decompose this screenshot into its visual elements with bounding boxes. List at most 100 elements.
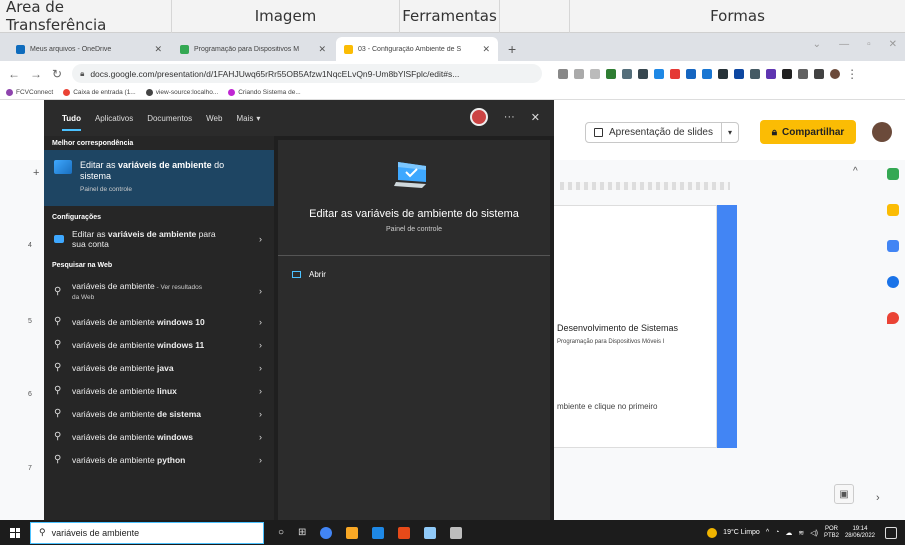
web-result[interactable]: ⚲ variáveis de ambiente windows ›: [44, 425, 274, 448]
filter-documents[interactable]: Documentos: [147, 114, 192, 123]
more-options-icon[interactable]: ···: [504, 111, 515, 123]
filter-apps[interactable]: Aplicativos: [95, 114, 133, 123]
chevron-up-icon[interactable]: ^: [853, 166, 858, 177]
bookmark-fcvconnect[interactable]: FCVConnect: [6, 89, 53, 96]
address-bar[interactable]: 🔒︎ docs.google.com/presentation/d/1FAHJU…: [72, 64, 543, 83]
clock[interactable]: 19:14 28/06/2022: [845, 526, 875, 540]
slide-number[interactable]: 6: [28, 391, 32, 398]
extensions-puzzle-icon[interactable]: [782, 68, 793, 79]
filter-web[interactable]: Web: [206, 114, 222, 123]
minimize-icon[interactable]: —: [839, 39, 849, 50]
web-result[interactable]: ⚲ variáveis de ambiente java ›: [44, 356, 274, 379]
web-result[interactable]: ⚲ variáveis de ambiente linux ›: [44, 379, 274, 402]
extension-icon[interactable]: [718, 68, 729, 79]
weather-text[interactable]: 19°C Limpo: [723, 529, 760, 536]
extension-icon[interactable]: [766, 68, 777, 79]
wifi-icon[interactable]: ≋: [798, 529, 804, 537]
browser-tab-slides[interactable]: 03 - Configuração Ambiente de S ✕: [336, 37, 498, 61]
chevron-right-icon[interactable]: ›: [259, 340, 262, 350]
maps-icon[interactable]: [886, 312, 899, 324]
tasks-icon[interactable]: [886, 240, 899, 252]
web-result[interactable]: ⚲ variáveis de ambiente windows 10 ›: [44, 310, 274, 333]
restore-icon[interactable]: ▫: [867, 39, 871, 50]
file-explorer-icon[interactable]: [346, 526, 359, 539]
zoom-icon[interactable]: [558, 68, 569, 79]
extension-icon[interactable]: [638, 68, 649, 79]
app-icon[interactable]: [424, 526, 437, 539]
share-button[interactable]: 🔒︎ Compartilhar: [760, 120, 856, 144]
chrome-icon[interactable]: [320, 526, 333, 539]
start-button[interactable]: [0, 520, 30, 545]
profile-avatar[interactable]: [830, 68, 841, 79]
extension-icon[interactable]: [654, 68, 665, 79]
sheets-icon[interactable]: [886, 168, 899, 180]
web-result-main[interactable]: ⚲ variáveis de ambiente - Ver resultados…: [44, 272, 274, 310]
share-icon[interactable]: [574, 68, 585, 79]
chevron-down-icon[interactable]: ⌄: [813, 39, 821, 50]
web-result[interactable]: ⚲ variáveis de ambiente windows 11 ›: [44, 333, 274, 356]
slide-number[interactable]: 4: [28, 242, 32, 249]
volume-icon[interactable]: ◁): [810, 529, 818, 537]
chevron-right-icon[interactable]: ›: [259, 317, 262, 327]
web-result[interactable]: ⚲ variáveis de ambiente de sistema ›: [44, 402, 274, 425]
slide-number[interactable]: 5: [28, 318, 32, 325]
reading-list-icon[interactable]: [798, 68, 809, 79]
app-icon[interactable]: [450, 526, 463, 539]
web-result[interactable]: ⚲ variáveis de ambiente python ›: [44, 448, 274, 471]
bookmark-sistema[interactable]: Criando Sistema de...: [228, 89, 301, 96]
star-icon[interactable]: [590, 68, 601, 79]
chevron-right-icon[interactable]: ›: [259, 286, 262, 296]
chevron-down-icon[interactable]: ▾: [722, 128, 738, 137]
notification-icon[interactable]: [885, 526, 897, 539]
ribbon-tab-shapes[interactable]: Formas: [570, 0, 905, 33]
keep-icon[interactable]: [886, 204, 899, 216]
chevron-right-icon[interactable]: ›: [876, 492, 880, 504]
chevron-right-icon[interactable]: ›: [259, 455, 262, 465]
close-icon[interactable]: ✕: [154, 44, 162, 55]
weather-icon[interactable]: [707, 527, 718, 538]
close-icon[interactable]: ✕: [482, 44, 490, 55]
filter-more[interactable]: Mais ▾: [236, 114, 260, 123]
network-icon[interactable]: ◔: [775, 529, 779, 536]
new-tab-button[interactable]: +: [500, 41, 524, 61]
close-icon[interactable]: ✕: [531, 111, 540, 124]
app-icon[interactable]: [398, 526, 411, 539]
extension-icon[interactable]: [734, 68, 745, 79]
present-button[interactable]: Apresentação de slides ▾: [585, 122, 739, 143]
forward-icon[interactable]: →: [30, 67, 42, 81]
config-item[interactable]: Editar as variáveis de ambiente para sua…: [44, 224, 274, 254]
ribbon-tab-image[interactable]: Imagem: [172, 0, 400, 33]
open-action[interactable]: Abrir: [292, 270, 326, 279]
back-icon[interactable]: ←: [8, 67, 20, 81]
contacts-icon[interactable]: [886, 276, 899, 288]
ribbon-tab-tools[interactable]: Ferramentas: [400, 0, 500, 33]
browser-tab-drive[interactable]: Programação para Dispositivos M ✕: [172, 37, 334, 61]
chevron-right-icon[interactable]: ›: [259, 432, 262, 442]
language-indicator[interactable]: POR PTB2: [824, 526, 839, 540]
avatar[interactable]: [872, 122, 892, 142]
onedrive-icon[interactable]: ☁: [785, 529, 792, 537]
filter-all[interactable]: Tudo: [62, 114, 81, 131]
taskbar-search-input[interactable]: ⚲ variáveis de ambiente: [30, 521, 264, 544]
chevron-right-icon[interactable]: ›: [259, 363, 262, 373]
extension-icon[interactable]: [702, 68, 713, 79]
chevron-right-icon[interactable]: ›: [259, 409, 262, 419]
vscode-icon[interactable]: [372, 526, 385, 539]
sidebar-icon[interactable]: [814, 68, 825, 79]
explore-button[interactable]: ▣: [834, 484, 854, 504]
best-match-item[interactable]: Editar as variáveis de ambiente do siste…: [44, 150, 274, 206]
browser-tab-onedrive[interactable]: Meus arquivos - OneDrive ✕: [8, 37, 170, 61]
close-window-icon[interactable]: ✕: [889, 39, 897, 50]
ribbon-tab-clipboard[interactable]: Área de Transferência: [0, 0, 172, 34]
slide-number[interactable]: 7: [28, 465, 32, 472]
widgets-icon[interactable]: ⊞: [298, 527, 306, 538]
slide-canvas[interactable]: Desenvolvimento de Sistemas Programação …: [552, 205, 717, 448]
bookmark-view-source[interactable]: view-source:localho...: [145, 89, 218, 96]
extension-icon[interactable]: [606, 68, 617, 79]
task-view-icon[interactable]: ○: [278, 527, 284, 538]
extension-icon[interactable]: [670, 68, 681, 79]
chevron-right-icon[interactable]: ›: [259, 386, 262, 396]
extension-icon[interactable]: [686, 68, 697, 79]
extension-icon[interactable]: [750, 68, 761, 79]
add-slide-button[interactable]: +: [33, 167, 39, 179]
